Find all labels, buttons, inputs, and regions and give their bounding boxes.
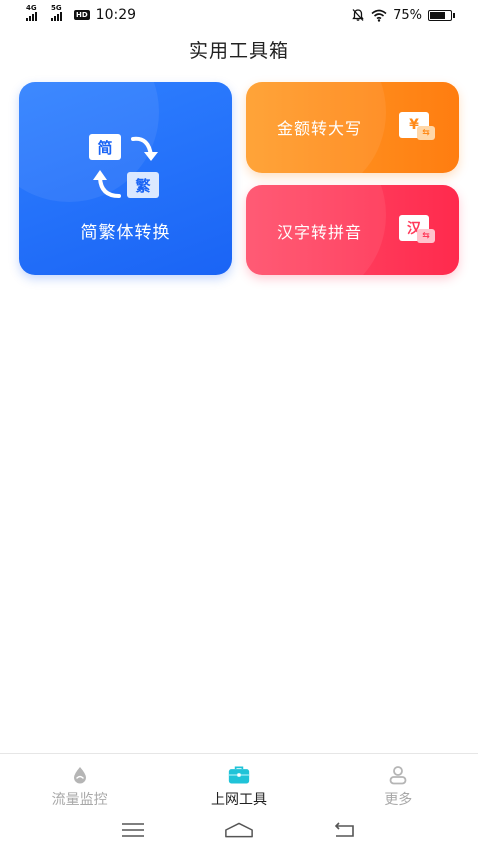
convert-icon: 简 繁 — [89, 134, 164, 200]
swap-badge: ⇆ — [417, 126, 435, 140]
battery-fill — [430, 11, 445, 19]
wifi-icon — [371, 9, 387, 22]
mute-bell-icon — [352, 9, 364, 21]
home-button[interactable] — [224, 818, 254, 842]
battery-percent: 75% — [393, 7, 422, 23]
tab-traffic-monitor[interactable]: 流量监控 — [0, 754, 159, 809]
arrow-cw-icon — [131, 136, 158, 161]
yuan-icon: ¥ ⇆ — [399, 112, 437, 144]
tool-label-pinyin: 汉字转拼音 — [277, 223, 363, 242]
tool-label-amount: 金额转大写 — [277, 119, 363, 138]
traditional-char-box: 繁 — [127, 172, 159, 198]
status-left: 4G 5G HD 10:29 — [26, 4, 137, 23]
tool-label-convert: 简繁体转换 — [80, 223, 171, 243]
bottom-tab-bar: 流量监控 上网工具 更多 — [0, 753, 478, 809]
tab-internet-tools[interactable]: 上网工具 — [159, 754, 318, 809]
menu-button[interactable] — [118, 818, 148, 842]
status-bar: 4G 5G HD 10:29 75% — [0, 0, 478, 30]
tool-card-pinyin[interactable]: 汉字转拼音 汉 ⇆ — [246, 185, 459, 275]
swap-badge: ⇆ — [417, 229, 435, 243]
clock: 10:29 — [95, 7, 137, 23]
tool-card-convert[interactable]: 简 繁 简繁体转换 — [19, 82, 232, 275]
tab-more[interactable]: 更多 — [319, 754, 478, 809]
water-drop-icon — [69, 764, 91, 786]
arrow-ccw-icon — [93, 170, 121, 198]
home-icon — [225, 822, 253, 837]
person-icon — [387, 764, 409, 786]
status-right: 75% — [351, 7, 455, 23]
page-title: 实用工具箱 — [188, 40, 289, 62]
tool-card-amount[interactable]: 金额转大写 ¥ ⇆ — [246, 82, 459, 173]
tab-label: 流量监控 — [51, 792, 108, 808]
simplified-char-box: 简 — [89, 134, 121, 160]
tab-label: 上网工具 — [210, 792, 267, 808]
signal-5g-icon: 5G — [51, 4, 62, 21]
tab-label: 更多 — [384, 792, 413, 808]
back-button[interactable] — [330, 818, 360, 842]
system-nav-bar — [0, 809, 478, 850]
menu-icon — [122, 822, 144, 837]
battery-icon — [428, 9, 455, 21]
toolbox-icon — [228, 764, 250, 786]
signal-4g-icon: 4G — [26, 4, 37, 21]
hanzi-icon: 汉 ⇆ — [399, 215, 437, 247]
hd-badge: HD — [74, 10, 90, 20]
back-icon — [334, 821, 354, 837]
